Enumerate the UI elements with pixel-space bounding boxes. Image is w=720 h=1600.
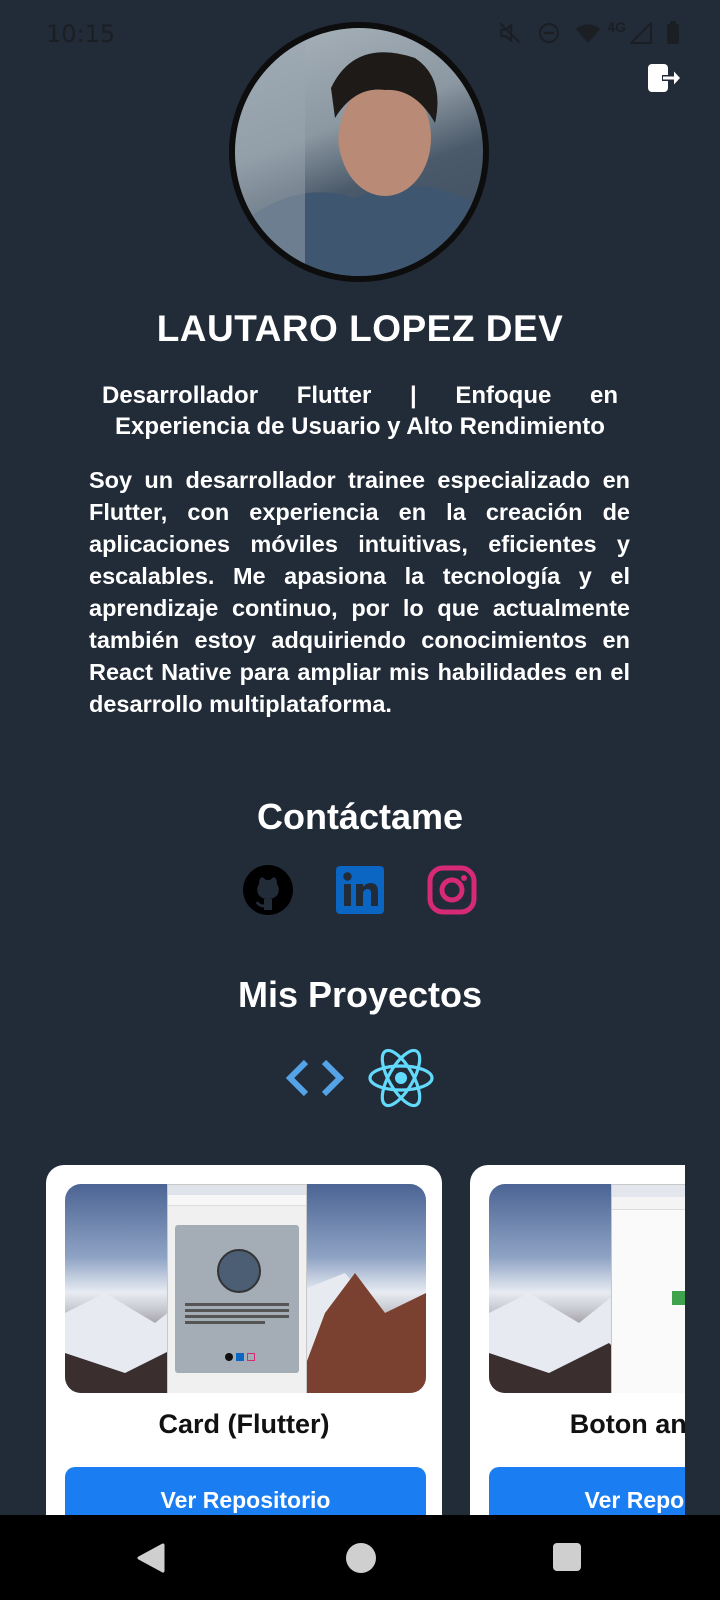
linkedin-icon <box>336 866 384 914</box>
project-title: Boton animado <box>569 1409 685 1439</box>
instagram-icon <box>427 865 477 915</box>
project-title: Card (Flutter) <box>158 1409 330 1439</box>
projects-title: Mis Proyectos <box>237 974 483 1015</box>
projects-carousel[interactable]: Card (Flutter) Ver Repositorio Boton ani… <box>0 1165 685 1525</box>
network-type: 4G <box>607 19 626 35</box>
react-icon <box>368 1048 434 1108</box>
wifi-icon <box>576 24 601 43</box>
project-card: Boton animado Ver Repositorio <box>470 1165 685 1525</box>
navigation-bar <box>0 1515 720 1600</box>
project-preview-image <box>65 1184 426 1393</box>
home-icon[interactable] <box>345 1542 377 1574</box>
recents-icon[interactable] <box>552 1542 582 1572</box>
status-icons: 4G <box>497 19 680 46</box>
battery-icon <box>667 21 679 44</box>
logout-button[interactable] <box>646 60 682 96</box>
profile-tagline: Desarrollador Flutter | Enfoque en Exper… <box>102 382 618 440</box>
tech-icons <box>0 1046 720 1110</box>
logout-icon <box>648 64 680 92</box>
signal-icon <box>630 22 652 44</box>
code-icon <box>285 1059 345 1097</box>
instagram-link[interactable] <box>426 864 478 916</box>
profile-bio: Soy un desarrollador trainee especializa… <box>89 467 630 717</box>
project-card: Card (Flutter) Ver Repositorio <box>46 1165 442 1525</box>
contact-title: Contáctame <box>256 796 464 837</box>
linkedin-link[interactable] <box>334 864 386 916</box>
github-link[interactable] <box>242 864 294 916</box>
project-preview-image <box>489 1184 685 1393</box>
profile-photo <box>235 28 483 276</box>
back-icon[interactable] <box>135 1542 167 1574</box>
social-links <box>0 864 720 916</box>
status-time: 10:15 <box>46 20 116 48</box>
avatar <box>229 22 489 282</box>
github-icon <box>243 865 293 915</box>
mute-icon <box>499 22 521 44</box>
do-not-disturb-icon <box>539 23 560 43</box>
profile-name: LAUTARO LOPEZ DEV <box>156 308 564 349</box>
